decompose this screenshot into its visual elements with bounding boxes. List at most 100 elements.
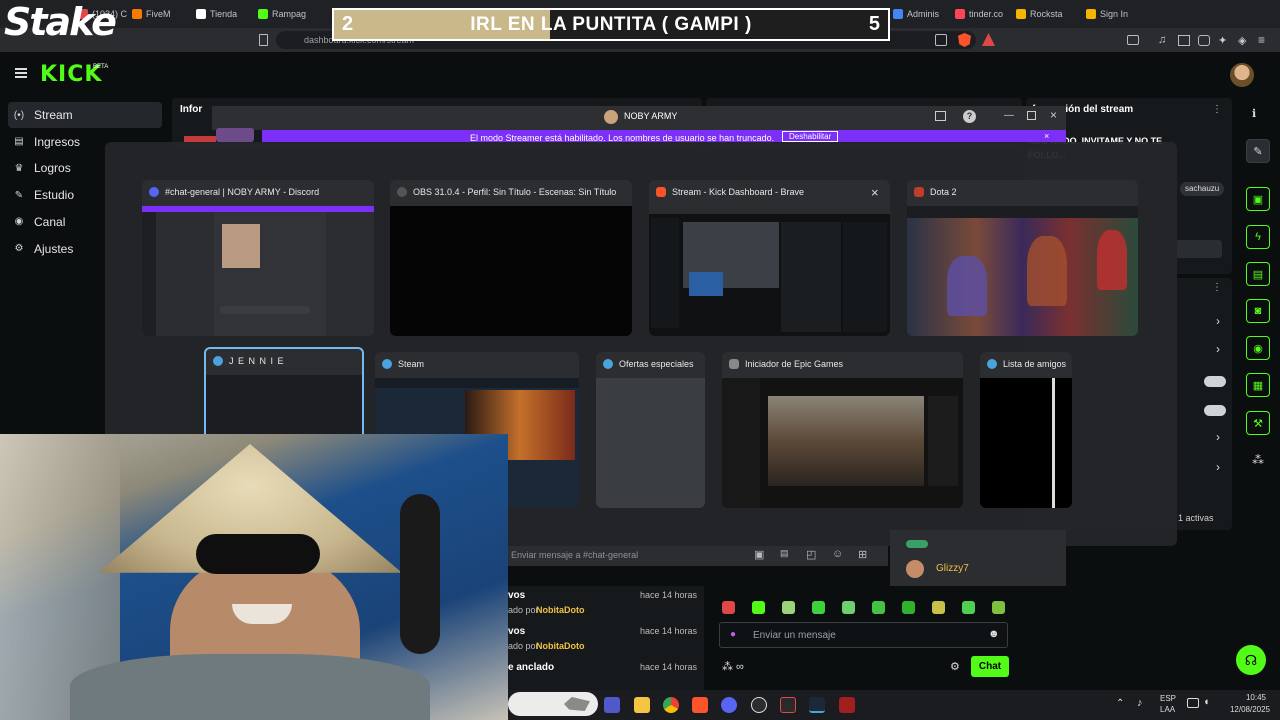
gamepad-icon[interactable]: ⊞: [858, 548, 867, 561]
mic-tray-icon[interactable]: ♪: [1137, 697, 1143, 709]
pinned-title[interactable]: vos: [508, 626, 525, 637]
window-kick-dashboard[interactable]: Stream - Kick Dashboard - Brave ×: [649, 180, 890, 336]
window-dota2[interactable]: Dota 2: [907, 180, 1138, 336]
chat-icon[interactable]: ◙: [1246, 299, 1270, 323]
lightning-icon[interactable]: ϟ: [1246, 225, 1270, 249]
clock-time[interactable]: 10:45: [1238, 693, 1266, 702]
share-icon[interactable]: [935, 34, 947, 46]
chat-send-button[interactable]: Chat: [971, 656, 1009, 677]
toggle-switch[interactable]: [1204, 405, 1226, 416]
banner-close-icon[interactable]: ×: [1044, 131, 1049, 141]
pinned-title[interactable]: vos: [508, 590, 525, 601]
browser-tab[interactable]: Tienda: [196, 4, 237, 24]
member-name[interactable]: Glizzy7: [936, 563, 969, 574]
sidebar-item-stream[interactable]: (•) Stream: [8, 102, 162, 128]
discord-input-bar[interactable]: Enviar mensaje a #chat-general ▣ ▤ ◰ ☺ ⊞: [508, 546, 888, 566]
steam-icon[interactable]: [809, 697, 825, 713]
document-icon[interactable]: ▤: [1246, 262, 1270, 286]
close-icon[interactable]: ×: [1050, 108, 1057, 122]
wallet-icon[interactable]: [1198, 35, 1210, 46]
language-indicator[interactable]: ESP: [1160, 694, 1176, 703]
language-indicator-sub[interactable]: LAA: [1160, 705, 1175, 714]
vpn-icon[interactable]: ◈: [1238, 34, 1246, 47]
chat-input[interactable]: ● Enviar un mensaje ☻: [719, 622, 1008, 648]
emote[interactable]: [752, 601, 765, 614]
pinned-title[interactable]: e anclado: [508, 662, 554, 673]
info-icon[interactable]: ℹ: [1252, 107, 1256, 120]
emote[interactable]: [932, 601, 945, 614]
clock-date[interactable]: 12/08/2025: [1224, 705, 1270, 714]
browser-tab[interactable]: tinder.co: [955, 4, 1003, 24]
pinned-by-user[interactable]: NobitaDoto: [536, 605, 585, 615]
chevron-right-icon[interactable]: ›: [1216, 460, 1220, 474]
sidebar-icon[interactable]: [1178, 35, 1190, 46]
emote[interactable]: [782, 601, 795, 614]
emote[interactable]: [902, 601, 915, 614]
avatar[interactable]: [1230, 63, 1254, 87]
clip-icon[interactable]: ▣: [1246, 187, 1270, 211]
network-icon[interactable]: [1187, 698, 1199, 708]
tray-chevron-icon[interactable]: ⌃: [1116, 698, 1124, 709]
bookmark-icon[interactable]: [259, 34, 268, 46]
dota-icon[interactable]: [839, 697, 855, 713]
chevron-right-icon[interactable]: ›: [1216, 430, 1220, 444]
volume-icon[interactable]: ◖: [1203, 696, 1210, 708]
sticker-icon[interactable]: ◰: [806, 548, 816, 561]
chat-settings-icon[interactable]: ⚙: [950, 660, 960, 673]
emoji-icon[interactable]: ☺: [832, 548, 843, 560]
epic-games-icon[interactable]: [780, 697, 796, 713]
menu-icon[interactable]: ≡: [1258, 33, 1265, 47]
discord-icon[interactable]: [721, 697, 737, 713]
obs-icon[interactable]: [751, 697, 767, 713]
browser-tab[interactable]: Rocksta: [1016, 4, 1063, 24]
disable-button[interactable]: Deshabilitar: [782, 131, 839, 142]
emoji-icon[interactable]: ☻: [988, 628, 1000, 640]
chevron-right-icon[interactable]: ›: [1216, 314, 1220, 328]
emote[interactable]: [992, 601, 1005, 614]
toggle-switch[interactable]: [1204, 376, 1226, 387]
teams-icon[interactable]: [604, 697, 620, 713]
browser-tab[interactable]: FiveM: [132, 4, 171, 24]
hamburger-menu-icon[interactable]: [15, 68, 27, 78]
settings-more-icon[interactable]: ⋮: [1212, 282, 1222, 293]
tag-chip[interactable]: sachauzu: [1180, 182, 1225, 196]
pinned-by-user[interactable]: NobitaDoto: [536, 641, 585, 651]
panel-more-icon[interactable]: ⋮: [1212, 104, 1222, 115]
edit-icon[interactable]: ✎: [1246, 139, 1270, 163]
wrench-icon[interactable]: ⚒: [1246, 411, 1270, 435]
window-discord[interactable]: #chat-general | NOBY ARMY - Discord: [142, 180, 374, 336]
close-window-icon[interactable]: ×: [871, 185, 879, 200]
help-icon[interactable]: ?: [963, 110, 976, 123]
browser-tab[interactable]: Sign In: [1086, 4, 1128, 24]
layout-icon[interactable]: ▦: [1246, 373, 1270, 397]
cast-icon[interactable]: [1127, 35, 1139, 45]
inbox-icon[interactable]: [935, 111, 946, 121]
kick-points-icon[interactable]: ⁂ ∞: [722, 660, 744, 673]
emote[interactable]: [722, 601, 735, 614]
file-explorer-icon[interactable]: [634, 697, 650, 713]
window-steam-offers[interactable]: Ofertas especiales: [596, 352, 705, 508]
support-icon[interactable]: ☊: [1236, 645, 1266, 675]
brave-icon[interactable]: [692, 697, 708, 713]
info-field[interactable]: [1176, 240, 1222, 258]
chevron-right-icon[interactable]: ›: [1216, 342, 1220, 356]
emote[interactable]: [842, 601, 855, 614]
music-icon[interactable]: ♫: [1158, 34, 1166, 46]
maximize-icon[interactable]: [1027, 111, 1036, 120]
minimize-icon[interactable]: —: [1004, 110, 1014, 121]
chrome-icon[interactable]: [663, 697, 679, 713]
window-obs[interactable]: OBS 31.0.4 - Perfil: Sin Título - Escena…: [390, 180, 632, 336]
mic-icon[interactable]: ●: [730, 629, 736, 640]
emote[interactable]: [812, 601, 825, 614]
window-friends-list[interactable]: Lista de amigos: [980, 352, 1072, 508]
browser-tab[interactable]: Rampag: [258, 4, 306, 24]
browser-tab[interactable]: Adminis: [893, 4, 939, 24]
discord-message-input[interactable]: Enviar mensaje a #chat-general: [511, 550, 638, 560]
share-nodes-icon[interactable]: ⁂: [1252, 453, 1264, 467]
emote[interactable]: [962, 601, 975, 614]
gif-icon[interactable]: ▤: [780, 548, 789, 559]
extensions-icon[interactable]: ✦: [1218, 34, 1227, 47]
gift-icon[interactable]: ▣: [754, 548, 764, 561]
taskbar-search[interactable]: [508, 692, 598, 716]
window-epic-games[interactable]: Iniciador de Epic Games: [722, 352, 963, 508]
